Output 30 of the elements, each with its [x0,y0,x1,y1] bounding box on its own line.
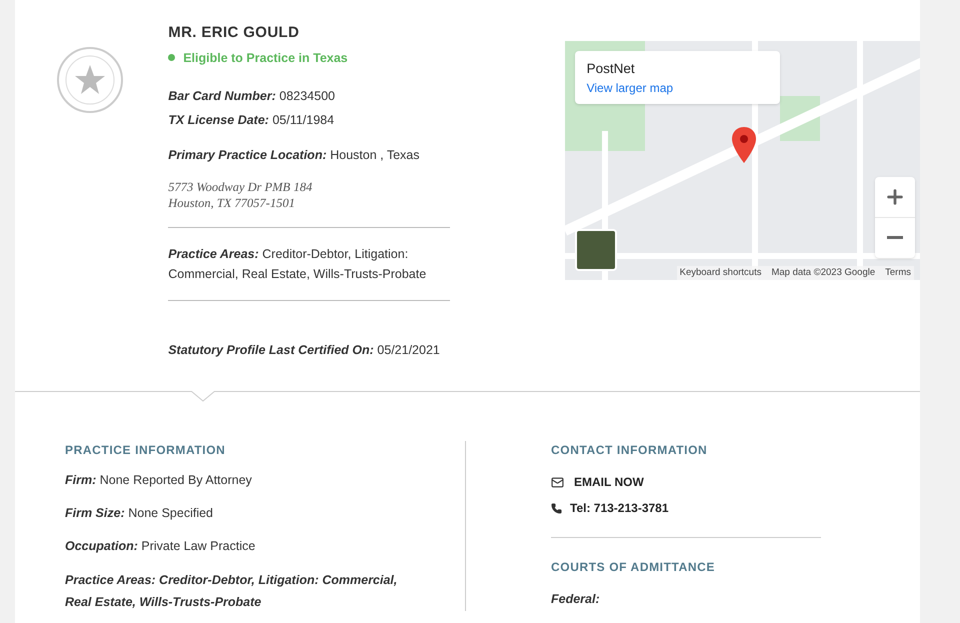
mail-icon [551,476,564,488]
section-heading: PRACTICE INFORMATION [65,442,226,459]
address-line: 5773 Woodway Dr PMB 184 [168,178,314,194]
section-heading: CONTACT INFORMATION [551,442,708,459]
court-label: Federal: [551,591,601,608]
map-pin-icon [732,127,756,163]
attorney-name: MR. ERIC GOULD [168,23,300,43]
practice-areas-text: Practice Areas: Creditor-Debtor, Litigation: Commercial, Real Estate, Wills-Trusts-Probate [168,246,428,282]
minus-icon [886,236,903,239]
map-footer-link[interactable]: Keyboard shortcuts [680,266,762,280]
phone-link[interactable]: Tel: 713-213-3781 [570,499,669,517]
practice-areas-text: Practice Areas: Creditor-Debtor, Litigation: Commercial, Real Estate, Wills-Trusts-Probate [65,572,398,612]
section-heading: COURTS OF ADMITTANCE [551,559,716,576]
phone-icon [551,502,562,514]
place-title: PostNet [586,60,636,78]
satellite-thumbnail[interactable] [574,229,617,271]
status-text: Eligible to Practice in Texas [183,50,348,67]
map-footer-link[interactable]: Map data ©2023 Google [771,266,876,280]
field-text: Firm Size: None Specified [65,504,214,522]
field-text: Firm: None Reported By Attorney [65,472,253,489]
field-text: Statutory Profile Last Certified On: 05/21/2021 [168,342,441,359]
field-text: Bar Card Number: 08234500 [168,88,336,106]
field-text: Occupation: Private Law Practice [65,538,256,555]
map[interactable]: PostNet View larger map Keyboard shortcuts Map data ©2023 Google Terms [564,41,920,280]
address-line: Houston, TX 77057-1501 [168,194,296,210]
field-text: Primary Practice Location: Houston , Texas [168,146,421,164]
map-footer-link[interactable]: Terms [885,266,911,280]
email-link[interactable]: EMAIL NOW [574,473,644,491]
view-larger-map-link[interactable]: View larger map [586,79,768,98]
field-text: TX License Date: 05/11/1984 [168,112,336,129]
